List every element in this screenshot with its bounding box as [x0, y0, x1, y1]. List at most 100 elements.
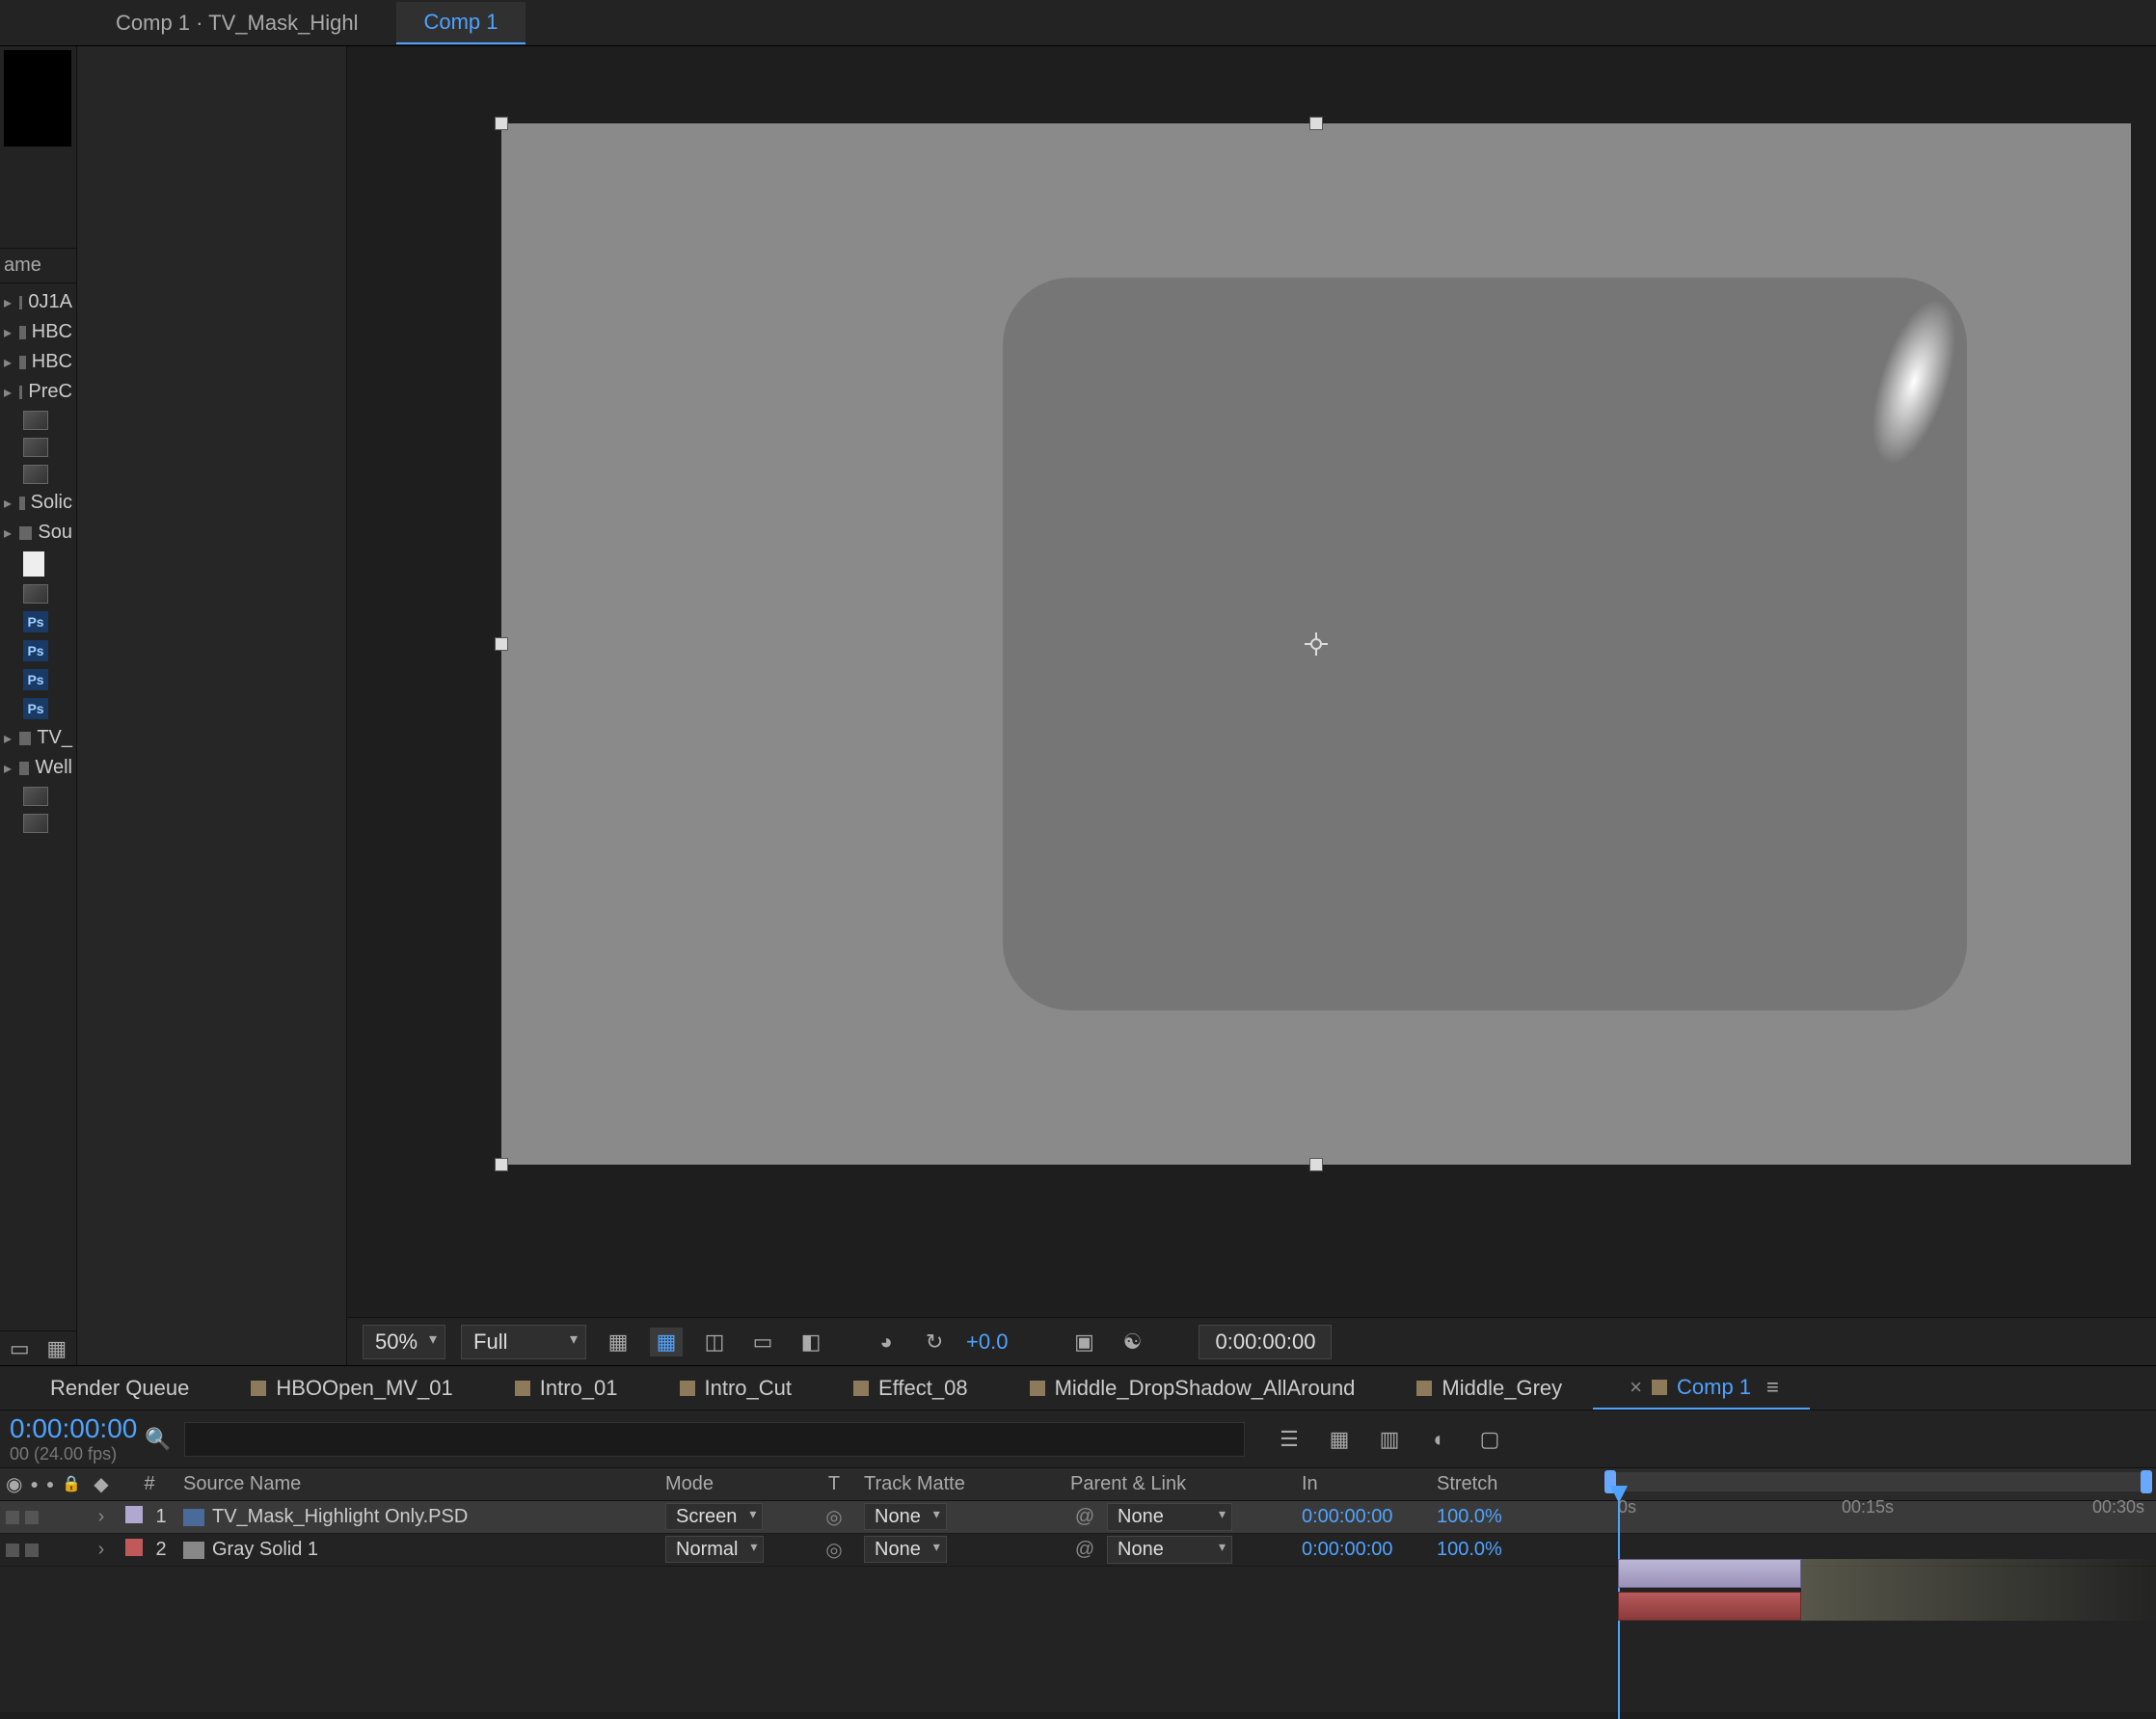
project-item[interactable] [2, 783, 74, 810]
track-matte-dropdown[interactable]: None [864, 1536, 947, 1563]
timeline-tab[interactable]: Render Queue [19, 1366, 220, 1410]
project-item[interactable]: Solic [2, 488, 74, 518]
show-snapshot-icon[interactable]: ☯ [1116, 1328, 1148, 1356]
stretch-value[interactable]: 100.0% [1427, 1539, 1581, 1561]
twirl-icon[interactable]: › [98, 1506, 105, 1527]
graph-editor-icon[interactable]: ▢ [1473, 1425, 1506, 1454]
grid-icon[interactable]: ▭ [746, 1328, 779, 1356]
solo-column-icon[interactable] [46, 1472, 54, 1496]
timeline-tab[interactable]: ×Comp 1≡ [1593, 1366, 1810, 1410]
mode-column[interactable]: Mode [656, 1473, 810, 1495]
composition-viewer[interactable]: 50% Full ▦ ▦ ◫ ▭ ◧ ◕ ↻ +0.0 ▣ ☯ 0:00:00:… [347, 46, 2156, 1365]
snapshot-icon[interactable]: ▣ [1067, 1328, 1100, 1356]
name-column[interactable]: Source Name [174, 1473, 656, 1495]
preserve-transparency-column[interactable]: T [810, 1473, 858, 1495]
time-navigator[interactable] [1608, 1472, 2148, 1491]
layer-name[interactable]: Gray Solid 1 [212, 1539, 318, 1561]
project-item[interactable]: Sou [2, 518, 74, 548]
track-matte-column[interactable]: Track Matte [858, 1473, 1061, 1495]
resolution-dropdown[interactable]: Full [461, 1325, 586, 1359]
video-toggle[interactable] [6, 1544, 19, 1557]
pickwhip-icon[interactable]: @ [1070, 1539, 1099, 1561]
project-item[interactable] [2, 407, 74, 434]
project-item[interactable]: PreC [2, 377, 74, 407]
stretch-value[interactable]: 100.0% [1427, 1506, 1581, 1528]
comp-flowchart-tab[interactable]: Comp 1 [396, 2, 525, 44]
preserve-transparency-toggle[interactable]: ◎ [825, 1540, 842, 1561]
transform-handle[interactable] [495, 1158, 508, 1171]
label-colorip[interactable] [125, 1506, 143, 1523]
video-toggle[interactable] [6, 1511, 19, 1524]
close-icon[interactable]: × [1630, 1375, 1642, 1400]
reset-exposure-icon[interactable]: ↻ [918, 1328, 951, 1356]
timeline-tab[interactable]: HBOOpen_MV_01 [220, 1366, 483, 1410]
transparency-grid-icon[interactable]: ▦ [602, 1328, 634, 1356]
motion-blur-icon[interactable]: ◐ [1423, 1425, 1456, 1454]
project-item[interactable]: TV_ [2, 723, 74, 753]
folder-icon[interactable]: ▭ [6, 1334, 34, 1363]
roi-icon[interactable]: ◫ [698, 1328, 731, 1356]
project-item-list[interactable]: 0J1AHBCHBCPreCSolicSouPsPsPsPsTV_Well [0, 283, 76, 841]
mask-visibility-icon[interactable]: ▦ [650, 1328, 683, 1356]
exposure-value[interactable]: +0.0 [966, 1330, 1008, 1355]
timeline-tab[interactable]: Middle_DropShadow_AllAround [999, 1366, 1387, 1410]
parent-dropdown[interactable]: None [1107, 1503, 1232, 1531]
project-item[interactable] [2, 810, 74, 837]
timeline-tab[interactable]: Middle_Grey [1386, 1366, 1593, 1410]
stretch-column[interactable]: Stretch [1427, 1473, 1581, 1495]
label-colorip[interactable] [125, 1539, 143, 1556]
label-column-icon[interactable]: ◆ [77, 1472, 125, 1496]
index-column[interactable]: # [125, 1473, 174, 1495]
transform-handle[interactable] [495, 637, 508, 651]
project-item[interactable]: Ps [2, 636, 74, 665]
time-ruler[interactable]: 0s 00:15s 00:30s [1601, 1468, 2156, 1526]
color-management-icon[interactable]: ◕ [870, 1328, 903, 1356]
project-item[interactable] [2, 580, 74, 607]
channel-icon[interactable]: ◧ [795, 1328, 827, 1356]
project-column-header-name[interactable]: ame [0, 249, 76, 283]
layer-bar[interactable] [1618, 1592, 1801, 1621]
audio-toggle[interactable] [25, 1511, 39, 1524]
timeline-tab[interactable]: Effect_08 [822, 1366, 999, 1410]
transform-handle[interactable] [1309, 1158, 1323, 1171]
audio-column-icon[interactable] [30, 1472, 38, 1496]
project-item[interactable]: HBC [2, 347, 74, 377]
canvas-selection[interactable] [501, 123, 2131, 1165]
navigator-handle[interactable] [2141, 1470, 2152, 1493]
in-point[interactable]: 0:00:00:00 [1292, 1539, 1427, 1561]
current-timecode[interactable]: 0:00:00:00 [10, 1413, 145, 1444]
track-matte-dropdown[interactable]: None [864, 1503, 947, 1530]
parent-column[interactable]: Parent & Link [1061, 1473, 1292, 1495]
blend-mode-dropdown[interactable]: Normal [665, 1536, 764, 1563]
transform-handle[interactable] [495, 117, 508, 130]
project-item[interactable]: Ps [2, 694, 74, 723]
project-item[interactable]: Well [2, 753, 74, 783]
panel-menu-icon[interactable]: ≡ [1766, 1375, 1779, 1400]
in-point[interactable]: 0:00:00:00 [1292, 1506, 1427, 1528]
preserve-transparency-toggle[interactable]: ◎ [825, 1507, 842, 1528]
draft3d-icon[interactable]: ▦ [1323, 1425, 1356, 1454]
timeline-tab[interactable]: Intro_Cut [649, 1366, 823, 1410]
project-item[interactable]: Ps [2, 665, 74, 694]
project-item[interactable] [2, 461, 74, 488]
timeline-tab[interactable]: Intro_01 [484, 1366, 649, 1410]
project-item[interactable]: Ps [2, 607, 74, 636]
pickwhip-icon[interactable]: @ [1070, 1506, 1099, 1528]
transform-handle[interactable] [1309, 117, 1323, 130]
frame-blend-icon[interactable]: ▥ [1373, 1425, 1406, 1454]
layer-name[interactable]: TV_Mask_Highlight Only.PSD [212, 1506, 468, 1528]
project-item[interactable]: HBC [2, 317, 74, 347]
comp-mini-flowchart-icon[interactable]: ☰ [1273, 1425, 1306, 1454]
preview-timecode[interactable]: 0:00:00:00 [1199, 1325, 1332, 1359]
parent-dropdown[interactable]: None [1107, 1536, 1232, 1564]
audio-toggle[interactable] [25, 1544, 39, 1557]
layer-search-input[interactable] [184, 1422, 1245, 1457]
video-column-icon[interactable] [6, 1472, 22, 1496]
in-column[interactable]: In [1292, 1473, 1427, 1495]
zoom-dropdown[interactable]: 50% [363, 1325, 445, 1359]
blend-mode-dropdown[interactable]: Screen [665, 1503, 763, 1530]
composition-canvas[interactable] [501, 123, 2131, 1165]
anchor-point-icon[interactable] [1305, 632, 1328, 656]
layer-bar[interactable] [1618, 1559, 1801, 1588]
project-item[interactable] [2, 548, 74, 580]
